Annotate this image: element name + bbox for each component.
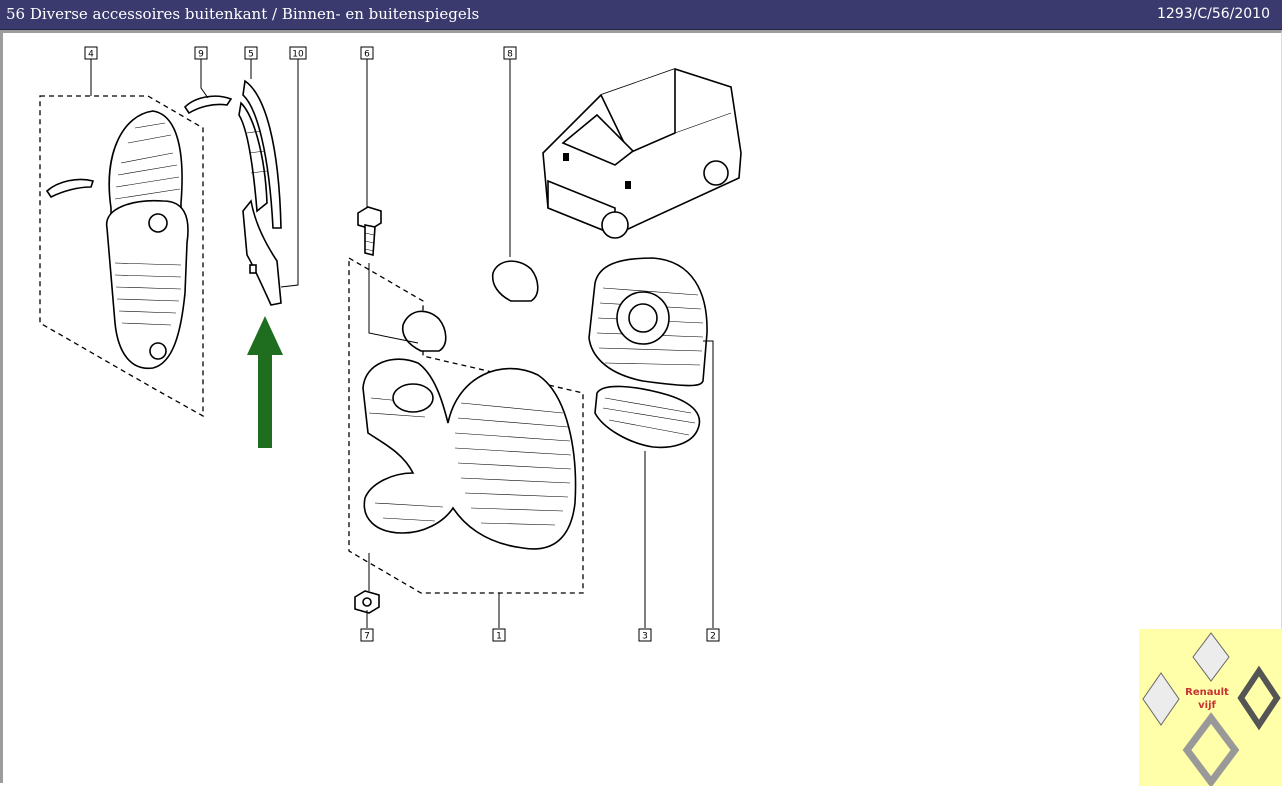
svg-text:10: 10 bbox=[292, 50, 304, 60]
callout-4[interactable]: 4 bbox=[84, 46, 98, 60]
page-title: 56 Diverse accessoires buitenkant / Binn… bbox=[6, 5, 480, 23]
callout-8[interactable]: 8 bbox=[503, 46, 517, 60]
part-5-mirror-glass[interactable] bbox=[238, 79, 282, 229]
exploded-parts-diagram: 4 9 5 10 6 8 7 1 3 2 Renault vijf bbox=[39, 46, 1282, 786]
diagram-reference: 1293/C/56/2010 bbox=[1157, 6, 1270, 22]
callout-10[interactable]: 10 bbox=[289, 46, 307, 60]
part-9-clip[interactable] bbox=[183, 95, 233, 115]
part-4-mirror-housing[interactable] bbox=[105, 110, 189, 370]
part-8-mirror-cap[interactable] bbox=[491, 260, 539, 302]
part-1-mirror-body[interactable] bbox=[362, 358, 577, 550]
diagram-frame: 4 9 5 10 6 8 7 1 3 2 Renault vijf bbox=[0, 30, 1282, 786]
svg-text:1: 1 bbox=[496, 632, 502, 642]
callout-5[interactable]: 5 bbox=[244, 46, 258, 60]
part-clip-small[interactable] bbox=[45, 178, 95, 199]
svg-text:5: 5 bbox=[248, 50, 254, 60]
renault-watermark: Renault vijf bbox=[1139, 629, 1282, 786]
callout-9[interactable]: 9 bbox=[194, 46, 208, 60]
svg-text:7: 7 bbox=[364, 632, 370, 642]
title-bar: 56 Diverse accessoires buitenkant / Binn… bbox=[0, 0, 1282, 30]
svg-text:8: 8 bbox=[507, 50, 513, 60]
direction-arrow-icon bbox=[247, 316, 283, 448]
part-3-lower-cover[interactable] bbox=[594, 385, 701, 449]
svg-text:2: 2 bbox=[710, 632, 716, 642]
watermark-text-line2: vijf bbox=[1198, 700, 1216, 711]
part-2-mirror-glass-front[interactable] bbox=[588, 257, 708, 387]
van-illustration bbox=[542, 68, 742, 239]
svg-text:4: 4 bbox=[88, 50, 94, 60]
callout-6[interactable]: 6 bbox=[360, 46, 374, 60]
callout-7[interactable]: 7 bbox=[360, 628, 374, 642]
svg-text:9: 9 bbox=[198, 50, 204, 60]
callout-2[interactable]: 2 bbox=[706, 628, 720, 642]
callout-3[interactable]: 3 bbox=[638, 628, 652, 642]
part-6-bolt[interactable] bbox=[357, 206, 382, 257]
part-7-nut[interactable] bbox=[354, 590, 380, 614]
svg-text:6: 6 bbox=[364, 50, 370, 60]
part-cap-assembled[interactable] bbox=[401, 310, 447, 352]
watermark-text-line1: Renault bbox=[1185, 687, 1229, 698]
svg-text:3: 3 bbox=[642, 632, 648, 642]
callout-1[interactable]: 1 bbox=[492, 628, 506, 642]
